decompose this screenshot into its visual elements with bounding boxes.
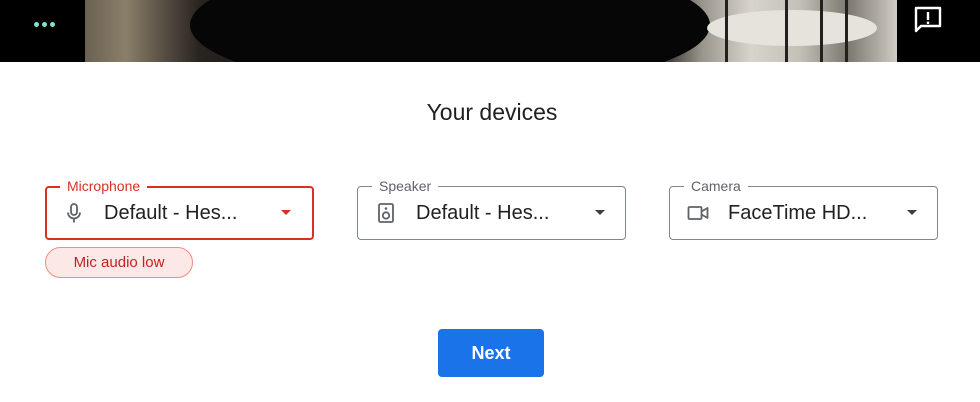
feedback-icon[interactable] — [913, 6, 943, 34]
microphone-select[interactable]: Microphone Default - Hes... — [45, 177, 314, 240]
more-options-icon[interactable] — [34, 22, 55, 27]
camera-select[interactable]: Camera FaceTime HD... — [669, 177, 938, 240]
microphone-icon — [67, 203, 81, 223]
microphone-label: Microphone — [60, 177, 148, 195]
speaker-select[interactable]: Speaker Default - Hes... — [357, 177, 626, 240]
camera-label: Camera — [684, 177, 748, 195]
camera-value: FaceTime HD... — [728, 202, 868, 224]
speaker-icon — [378, 203, 394, 223]
chevron-down-icon — [595, 210, 605, 215]
chevron-down-icon — [907, 210, 917, 215]
microphone-value: Default - Hes... — [104, 202, 238, 224]
page-title: Your devices — [426, 99, 558, 125]
speaker-value: Default - Hes... — [416, 202, 550, 224]
camera-preview — [85, 0, 897, 62]
video-camera-icon — [687, 206, 709, 220]
speaker-label: Speaker — [372, 177, 439, 195]
mic-audio-low-badge: Mic audio low — [45, 247, 193, 278]
chevron-down-icon — [281, 210, 291, 215]
video-strip — [0, 0, 980, 62]
next-button[interactable]: Next — [438, 329, 544, 377]
